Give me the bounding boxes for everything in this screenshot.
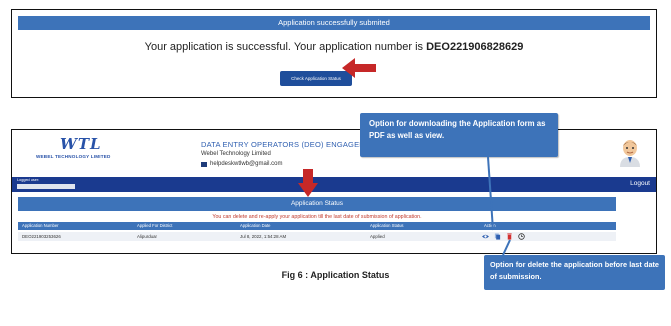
portal-title: DATA ENTRY OPERATORS (DEO) ENGAGEMENT <box>201 140 382 149</box>
cell-district: Alipurduar <box>137 234 158 239</box>
figure-caption: Fig 6 : Application Status <box>281 270 390 280</box>
portal-organisation: Webel Technology Limited <box>201 151 271 157</box>
success-message-text: Your application is successful. Your app… <box>144 41 427 53</box>
user-bar: Logged user: Logout <box>12 177 656 192</box>
red-arrow-left-icon <box>342 58 376 78</box>
pdf-copy-icon[interactable] <box>494 233 501 240</box>
red-arrow-down-icon <box>298 169 318 197</box>
portal-email: helpdeskwtlwb@gmail.com <box>201 161 282 167</box>
view-eye-icon[interactable] <box>482 233 489 240</box>
cell-status: Applied <box>370 234 385 239</box>
avatar-icon[interactable] <box>618 139 642 167</box>
table-header: Application Number Applied For District … <box>18 222 616 230</box>
history-clock-icon[interactable] <box>518 233 525 240</box>
logged-user-value <box>17 184 75 189</box>
callout-download-note: Option for downloading the Application f… <box>360 113 558 157</box>
col-application-number: Application Number <box>22 223 59 228</box>
col-district: Applied For District <box>137 223 173 228</box>
success-header: Application successfully submited <box>18 16 650 30</box>
success-panel: Application successfully submited Your a… <box>11 9 657 98</box>
reapply-note: You can delete and re-apply your applica… <box>212 214 422 220</box>
success-message: Your application is successful. Your app… <box>12 41 656 53</box>
delete-trash-icon[interactable] <box>506 233 513 240</box>
mail-icon <box>201 161 207 167</box>
wtl-logo: WTL <box>60 135 102 153</box>
cell-date: Jul 8, 2022, 1:54:28 AM <box>240 234 287 239</box>
col-date: Application Date <box>240 223 271 228</box>
cell-application-number: DEO221903253626 <box>22 234 61 239</box>
logout-link[interactable]: Logout <box>630 180 650 187</box>
email-text: helpdeskwtlwb@gmail.com <box>210 161 283 167</box>
col-action: Action <box>484 223 496 228</box>
col-status: Application Status <box>370 223 404 228</box>
logged-user-label: Logged user: <box>17 178 40 182</box>
logo-subtitle: WEBEL TECHNOLOGY LIMITED <box>36 154 111 159</box>
application-status-header: Application Status <box>18 197 616 211</box>
application-number: DEO221906828629 <box>426 41 524 53</box>
table-row: DEO221903253626 Alipurduar Jul 8, 2022, … <box>18 232 616 241</box>
status-panel: WTL WEBEL TECHNOLOGY LIMITED DATA ENTRY … <box>11 129 657 254</box>
